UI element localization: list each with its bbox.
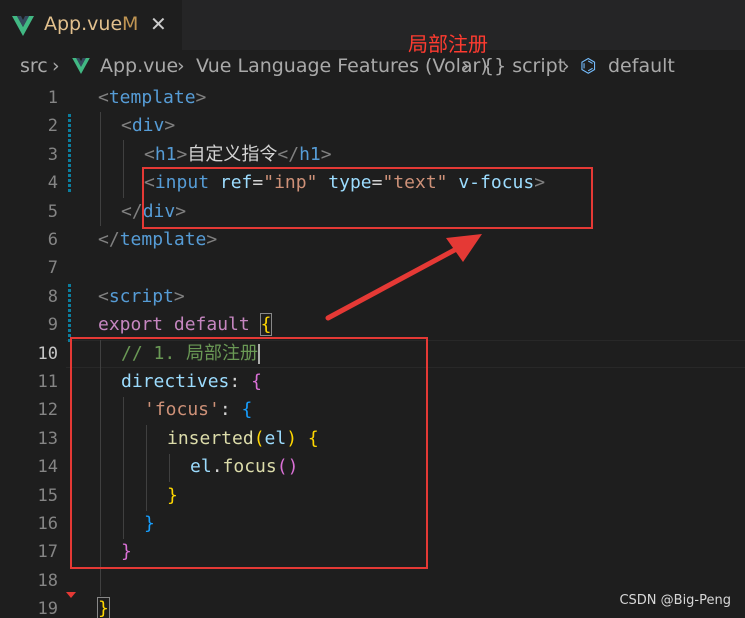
line-number: 2 xyxy=(47,116,58,137)
line-number: 6 xyxy=(47,230,58,250)
code-line-2: <div> xyxy=(121,115,176,137)
indent-guide xyxy=(123,140,124,198)
line-number: 4 xyxy=(47,173,58,194)
line-number: 8 xyxy=(47,286,58,307)
close-icon[interactable]: ✕ xyxy=(150,12,167,36)
code-line-1: <template> xyxy=(98,87,207,108)
line-number: 19 xyxy=(37,599,58,618)
symbol-variable-icon: ⌬ xyxy=(580,55,597,77)
vue-file-icon xyxy=(72,55,94,77)
chevron-right-icon: › xyxy=(177,55,185,77)
tab-app-vue[interactable]: App.vue M ✕ xyxy=(0,0,182,50)
modified-indicator: M xyxy=(122,13,139,35)
annotation-label: 局部注册 xyxy=(408,32,488,56)
code-line-3: <h1>自定义指令</h1> xyxy=(144,143,332,165)
line-number: 7 xyxy=(47,258,58,279)
line-number: 15 xyxy=(37,485,58,506)
line-number: 12 xyxy=(37,400,58,421)
highlight-box-directives xyxy=(70,337,428,569)
line-number: 5 xyxy=(47,201,58,222)
breadcrumb-item-file[interactable]: App.vue xyxy=(100,55,178,77)
code-line-19: } xyxy=(97,597,110,618)
chevron-right-icon: › xyxy=(462,55,470,77)
modified-lines-indicator xyxy=(68,114,71,194)
chevron-right-icon: › xyxy=(52,55,60,77)
watermark: CSDN @Big-Peng xyxy=(619,593,731,608)
line-number: 1 xyxy=(47,88,58,108)
line-number: 14 xyxy=(37,457,58,478)
line-number: 9 xyxy=(47,315,58,336)
line-number: 10 xyxy=(37,343,58,364)
code-line-6: </template> xyxy=(98,229,218,250)
line-number: 11 xyxy=(37,372,58,392)
line-number: 17 xyxy=(37,542,58,563)
line-number: 13 xyxy=(37,428,58,449)
vue-icon xyxy=(12,16,34,36)
breadcrumb-item-src[interactable]: src xyxy=(20,55,48,77)
line-number: 16 xyxy=(37,514,58,534)
breadcrumb: src › App.vue › Vue Language Features (V… xyxy=(0,50,745,84)
line-number: 3 xyxy=(47,144,58,165)
line-number: 18 xyxy=(37,570,58,591)
code-line-9: export default { xyxy=(98,313,273,337)
fold-marker-icon[interactable] xyxy=(66,592,76,598)
breadcrumb-item-script[interactable]: {} script xyxy=(482,55,565,77)
chevron-right-icon: › xyxy=(562,55,570,77)
tab-title: App.vue xyxy=(44,13,123,35)
code-line-8: <script> xyxy=(98,285,185,307)
highlight-box-template xyxy=(142,167,593,229)
tab-bar: App.vue M ✕ xyxy=(0,0,745,50)
breadcrumb-item-default[interactable]: default xyxy=(608,55,675,77)
modified-lines-indicator xyxy=(68,284,71,344)
indent-guide xyxy=(100,112,101,226)
breadcrumb-item-volar[interactable]: Vue Language Features (Volar) xyxy=(196,55,488,77)
